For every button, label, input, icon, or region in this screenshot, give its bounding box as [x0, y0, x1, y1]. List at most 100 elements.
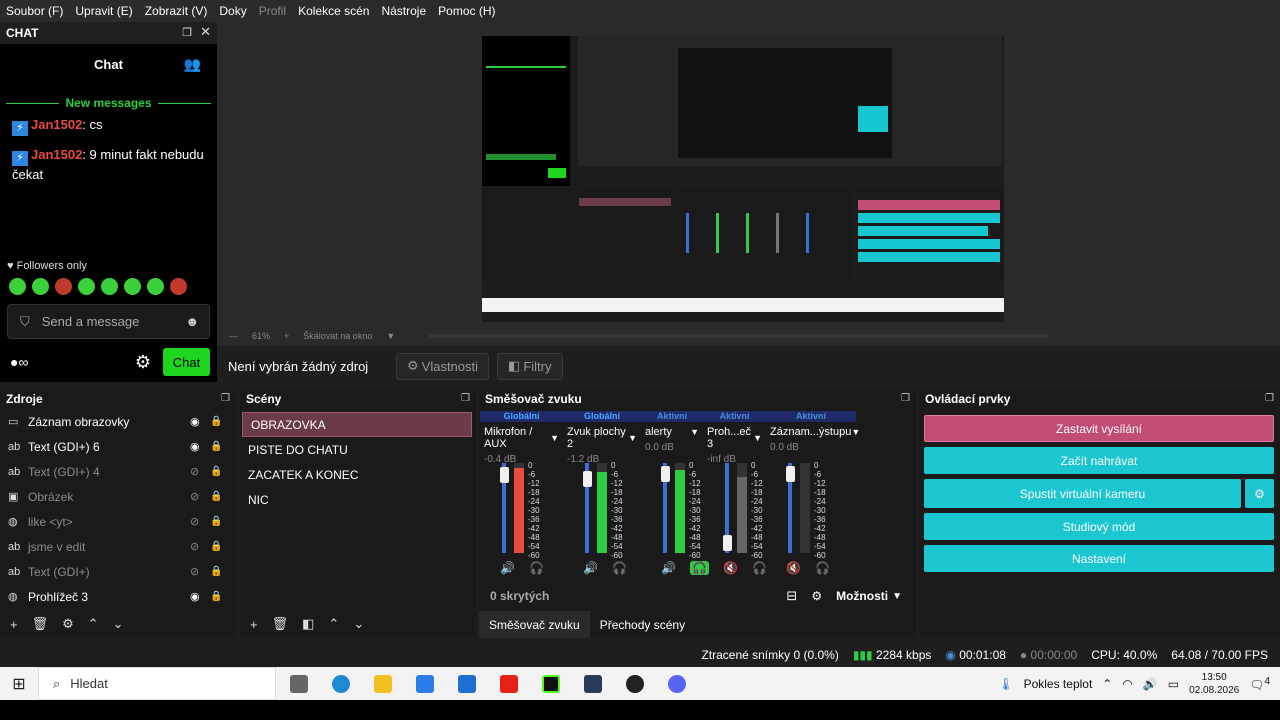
virtual-camera-settings-icon[interactable]: ⚙	[1245, 479, 1274, 508]
kick-icon[interactable]	[542, 674, 560, 693]
emote-icon[interactable]	[32, 278, 49, 295]
emote-icon[interactable]	[170, 278, 187, 295]
chevron-down-icon[interactable]: ▼	[386, 331, 395, 341]
menu-nastroje[interactable]: Nástroje	[375, 4, 432, 18]
lock-icon[interactable]: 🔒	[210, 466, 222, 477]
source-item[interactable]: ab Text (GDI+) 4 ⊘ 🔒	[0, 459, 236, 484]
source-item[interactable]: ▣ Obrázek ⊘ 🔒	[0, 484, 236, 509]
headphones-icon[interactable]: 🎧	[815, 561, 830, 575]
chat-username[interactable]: Jan1502	[31, 147, 82, 162]
emote-icon[interactable]	[101, 278, 118, 295]
eye-off-icon[interactable]: ⊘	[190, 465, 204, 478]
fader-knob[interactable]	[660, 466, 670, 483]
store-icon[interactable]	[458, 674, 476, 693]
popout-icon[interactable]: ❐	[901, 393, 910, 404]
app-icon[interactable]	[584, 674, 602, 693]
filters-button[interactable]: ◧ Filtry	[497, 352, 563, 380]
popout-icon[interactable]: ❐	[221, 393, 230, 404]
scene-item[interactable]: OBRAZOVKA	[242, 412, 472, 437]
headphones-icon[interactable]: 🎧	[752, 561, 767, 575]
notifications-icon[interactable]: 🗨4	[1249, 676, 1270, 692]
discord-icon[interactable]	[668, 674, 686, 693]
trash-icon[interactable]: 🗑	[272, 616, 289, 632]
eye-off-icon[interactable]: ⊘	[190, 565, 204, 578]
preview-area[interactable]: — 61% + Škálovat na okno ▼	[217, 22, 1280, 346]
eye-off-icon[interactable]: ⊘	[190, 515, 204, 528]
eye-icon[interactable]: ◉	[190, 440, 204, 453]
gear-icon[interactable]: ⚙	[135, 352, 151, 373]
battery-icon[interactable]: ▭	[1168, 677, 1179, 691]
channel-name-dropdown[interactable]: Zvuk plochy 2 ▼	[563, 426, 641, 450]
menu-doky[interactable]: Doky	[213, 4, 252, 18]
channel-name-dropdown[interactable]: Mikrofon / AUX ▼	[480, 426, 563, 450]
headphones-icon[interactable]: 🎧	[612, 561, 627, 575]
start-virtual-camera-button[interactable]: Spustit virtuální kameru	[924, 479, 1241, 508]
user-list-icon[interactable]: 👥	[184, 56, 201, 73]
studio-mode-button[interactable]: Studiový mód	[924, 513, 1274, 540]
windows-start-icon[interactable]: ⊞	[0, 674, 38, 694]
youtube-icon[interactable]	[500, 674, 518, 693]
start-recording-button[interactable]: Začít nahrávat	[924, 447, 1274, 474]
channel-name-dropdown[interactable]: alerty ▼	[641, 426, 703, 438]
preview-scrollbar[interactable]	[429, 334, 1050, 338]
emote-icon[interactable]	[78, 278, 95, 295]
zoom-in-icon[interactable]: +	[284, 331, 289, 341]
chevron-up-icon[interactable]: ⌃	[1102, 677, 1112, 691]
source-item[interactable]: ab jsme v edit ⊘ 🔒	[0, 534, 236, 559]
source-item[interactable]: ab Text (GDI+) 6 ◉ 🔒	[0, 434, 236, 459]
obs-icon[interactable]	[626, 674, 644, 693]
menu-zobrazit[interactable]: Zobrazit (V)	[139, 4, 214, 18]
channel-name-dropdown[interactable]: Záznam...ýstupu ▼	[766, 426, 860, 438]
channel-name-dropdown[interactable]: Proh...eč 3 ▼	[703, 426, 766, 450]
eye-off-icon[interactable]: ⊘	[190, 490, 204, 503]
layout-icon[interactable]: ⊟	[786, 588, 797, 604]
muted-speaker-icon[interactable]: 🔇	[723, 561, 738, 575]
source-item[interactable]: ▭ Záznam obrazovky ◉ 🔒	[0, 409, 236, 434]
lock-icon[interactable]: 🔒	[210, 516, 222, 527]
speaker-icon[interactable]: 🔊	[661, 561, 676, 575]
emote-icon[interactable]	[55, 278, 72, 295]
eye-icon[interactable]: ◉	[190, 415, 204, 428]
send-message-input[interactable]: ⛉ Send a message ☻	[7, 304, 210, 339]
menu-soubor[interactable]: Soubor (F)	[0, 4, 69, 18]
arrow-up-icon[interactable]: ⌃	[88, 616, 99, 632]
edge-icon[interactable]	[332, 674, 350, 693]
emote-icon[interactable]	[124, 278, 141, 295]
speaker-icon[interactable]: 🔊	[583, 561, 598, 575]
arrow-down-icon[interactable]: ⌄	[113, 616, 124, 632]
muted-speaker-icon[interactable]: 🔇	[786, 561, 801, 575]
tab-scene-transitions[interactable]: Přechody scény	[590, 611, 695, 638]
points-icon[interactable]: ●∞	[10, 354, 28, 370]
emote-icon[interactable]	[9, 278, 26, 295]
menu-profil[interactable]: Profil	[253, 4, 292, 18]
scene-item[interactable]: ZACATEK A KONEC	[240, 462, 476, 487]
options-button[interactable]: Možnosti	[836, 589, 888, 603]
lock-icon[interactable]: 🔒	[210, 591, 222, 602]
popout-icon[interactable]: ❐	[182, 26, 192, 39]
lock-icon[interactable]: 🔒	[210, 566, 222, 577]
clock[interactable]: 13:50 02.08.2026	[1189, 671, 1239, 697]
fader-knob[interactable]	[722, 535, 732, 551]
fader-knob[interactable]	[785, 466, 795, 483]
lock-icon[interactable]: 🔒	[210, 416, 222, 427]
add-icon[interactable]: +	[10, 617, 18, 632]
preview-canvas[interactable]	[482, 28, 1004, 322]
mail-icon[interactable]	[416, 674, 434, 693]
emote-icon[interactable]	[147, 278, 164, 295]
close-icon[interactable]: ✕	[200, 25, 211, 39]
eye-off-icon[interactable]: ⊘	[190, 540, 204, 553]
source-item[interactable]: ◍ like <yt> ⊘ 🔒	[0, 509, 236, 534]
settings-button[interactable]: Nastavení	[924, 545, 1274, 572]
filter-icon[interactable]: ◧	[302, 616, 314, 632]
menu-kolekce-scen[interactable]: Kolekce scén	[292, 4, 375, 18]
speaker-icon[interactable]: 🔊	[500, 561, 515, 575]
lock-icon[interactable]: 🔒	[210, 441, 222, 452]
task-view-icon[interactable]	[290, 674, 308, 693]
chat-tab-label[interactable]: Chat	[94, 57, 123, 72]
eye-icon[interactable]: ◉	[190, 590, 204, 603]
chevron-down-icon[interactable]: ▼	[892, 591, 902, 602]
source-item[interactable]: ◍ Prohlížeč 3 ◉ 🔒	[0, 584, 236, 609]
mixer-gear-icon[interactable]: ⚙	[811, 589, 822, 603]
menu-upravit[interactable]: Upravit (E)	[69, 4, 138, 18]
scene-item[interactable]: NIC	[240, 487, 476, 512]
